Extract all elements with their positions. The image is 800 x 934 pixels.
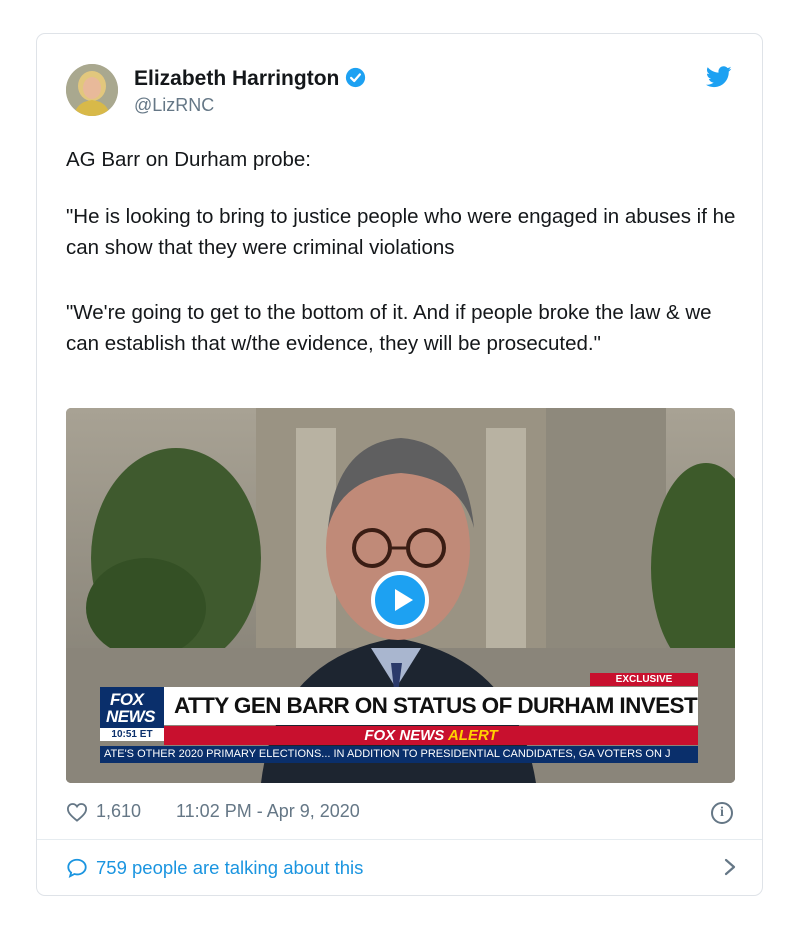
like-count[interactable]: 1,610 xyxy=(96,801,141,822)
fox-logo-line2: NEWS xyxy=(106,707,156,726)
divider xyxy=(37,839,762,840)
author-name-text[interactable]: Elizabeth Harrington xyxy=(134,67,339,90)
twitter-bird-icon[interactable] xyxy=(706,66,732,88)
news-alert-bar: FOX NEWS ALERT xyxy=(164,726,698,745)
author-handle[interactable]: @LizRNC xyxy=(134,95,214,116)
author-name[interactable]: Elizabeth Harrington xyxy=(134,67,366,91)
alert-brand: FOX NEWS xyxy=(364,727,445,744)
broadcast-time: 10:51 ET xyxy=(100,728,164,741)
tweet-text-quote1: "He is looking to bring to justice peopl… xyxy=(66,205,736,259)
avatar[interactable] xyxy=(66,64,118,116)
heart-icon[interactable] xyxy=(66,802,88,822)
chevron-right-icon[interactable] xyxy=(724,858,736,876)
play-button[interactable] xyxy=(371,571,429,629)
tweet-card: Elizabeth Harrington @LizRNC AG Barr on … xyxy=(36,33,763,896)
exclusive-tag: EXCLUSIVE xyxy=(590,673,698,686)
chyron-headline: ATTY GEN BARR ON STATUS OF DURHAM INVEST… xyxy=(164,687,698,725)
video-player[interactable]: EXCLUSIVE FOX NEWS 10:51 ET ATTY GEN BAR… xyxy=(66,408,735,783)
conversation-link[interactable]: 759 people are talking about this xyxy=(66,854,736,882)
speech-bubble-icon xyxy=(67,858,87,879)
fox-news-logo: FOX NEWS 10:51 ET xyxy=(100,687,164,741)
news-crawl: ATE'S OTHER 2020 PRIMARY ELECTIONS... IN… xyxy=(100,746,698,763)
tweet-text-quote2: "We're going to get to the bottom of it.… xyxy=(66,301,712,355)
info-icon[interactable]: i xyxy=(711,802,733,824)
tweet-timestamp[interactable]: 11:02 PM - Apr 9, 2020 xyxy=(176,801,360,822)
conversation-text[interactable]: 759 people are talking about this xyxy=(96,857,363,879)
verified-badge-icon xyxy=(346,67,366,88)
tweet-text-line1: AG Barr on Durham probe: xyxy=(66,148,311,171)
alert-word: ALERT xyxy=(447,727,498,744)
